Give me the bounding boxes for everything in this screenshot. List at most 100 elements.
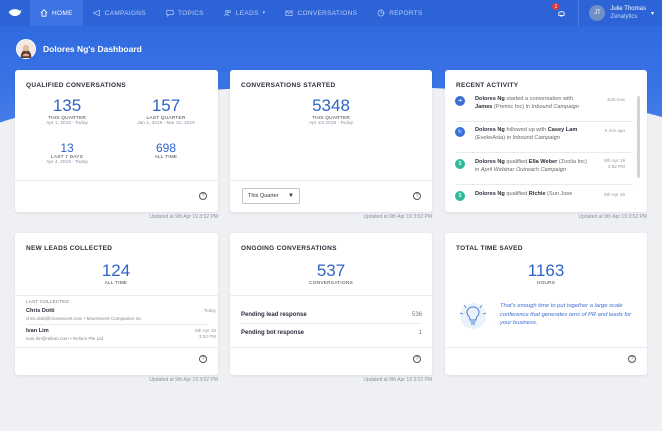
megaphone-icon [93,9,100,17]
divider [15,347,218,348]
new-leads-card: NEW LEADS COLLECTED 124 ALL TIME LAST CO… [15,233,218,375]
help-icon[interactable]: ? [628,355,636,363]
total-time-saved-card: TOTAL TIME SAVED 1163 HOURS That's enoug… [445,233,647,375]
activity-item[interactable]: ↻ Dolores Ng followed up with Casey Lam … [455,126,635,154]
recent-activity-card: RECENT ACTIVITY ➜ Dolores Ng started a c… [445,70,647,212]
row-value: 536 [411,312,422,318]
help-icon[interactable]: ? [413,355,421,363]
home-icon [40,9,48,17]
main-nav: HOME CAMPAIGNS TOPICS LEADS ▾ CONVERSATI… [30,0,433,26]
metric-label: ALL TIME [104,281,128,286]
nav-item-conversations[interactable]: CONVERSATIONS [275,0,367,26]
period-select[interactable]: This Quarter ▼ [242,188,300,204]
updated-timestamp: Updated at 9th Apr 19 3:52 PM [363,214,432,220]
activity-text: Dolores Ng started a conversation with J… [475,96,579,110]
divider [230,180,432,181]
nav-item-topics[interactable]: TOPICS [156,0,214,26]
user-menu[interactable]: JT Julie Thomas Zenalytics ▾ [589,5,654,21]
divider [26,324,207,325]
help-icon[interactable]: ? [413,192,421,200]
divider [241,323,421,324]
activity-time: 9th Apr 19 [604,192,625,197]
card-title: RECENT ACTIVITY [456,82,519,89]
notifications-button[interactable]: 1 [552,3,568,20]
card-title: CONVERSATIONS STARTED [241,82,336,89]
conversations-started-card: CONVERSATIONS STARTED 5348 THIS QUARTER … [230,70,432,212]
conversation-icon: ➜ [455,96,465,106]
metric-range: Jan 1, 2019 - Mar 31, 2019 [137,121,195,126]
follow-up-icon: ↻ [455,127,465,137]
divider [455,184,633,185]
users-icon [224,10,231,17]
envelope-icon [285,10,294,16]
divider [445,347,647,348]
metric-value: 157 [151,96,181,115]
divider [230,347,432,348]
lead-name: Ivan Lim [26,328,49,334]
nav-item-campaigns[interactable]: CAMPAIGNS [83,0,156,26]
nav-item-reports[interactable]: REPORTS [367,0,432,26]
top-navigation-bar: HOME CAMPAIGNS TOPICS LEADS ▾ CONVERSATI… [0,0,662,26]
scrollbar[interactable] [637,96,640,178]
metric-all-time: 124 ALL TIME [71,261,161,286]
divider [230,295,432,296]
lead-row[interactable]: Ivan Lim ivan.lim@relium.com • Relium Pt… [26,328,216,341]
updated-timestamp: Updated at 9th Apr 19 3:52 PM [149,214,218,220]
topbar-divider [578,0,580,26]
app-logo[interactable] [0,0,30,26]
metric-label: ALL TIME [154,155,178,160]
updated-timestamp: Updated at 9th Apr 19 3:52 PM [578,214,647,220]
time-saved-message: That's enough time to put together a lar… [500,303,632,326]
lead-date: 9th Apr 19 3:52 PM [195,328,216,339]
qualified-icon: $ [455,159,465,169]
activity-item[interactable]: $ Dolores Ng qualified Ella Weber (Zooli… [455,158,635,186]
metric-value: 13 [60,141,74,155]
activity-text: Dolores Ng qualified Richie (Sun Jose [475,191,573,197]
lead-row[interactable]: Chris Dotti chris.dotti@movescent.com • … [26,308,216,321]
profile-photo [16,39,36,59]
metric-range: Apr 1, 2019 - Today [46,121,88,126]
nav-label-leads: LEADS [235,9,259,17]
lead-name: Chris Dotti [26,308,55,314]
card-title: ONGOING CONVERSATIONS [241,245,337,252]
metric-this-quarter: 135 THIS QUARTER Apr 1, 2019 - Today [22,96,112,126]
activity-time: 9th Apr 19 3:52 PM [604,158,625,169]
chart-icon [377,9,385,17]
divider [455,121,633,122]
activity-item[interactable]: $ Dolores Ng qualified Richie (Sun Jose … [455,190,635,212]
lightbulb-icon [456,301,490,336]
divider [15,180,218,181]
metric-value: 124 [101,261,131,280]
nav-item-home[interactable]: HOME [30,0,83,26]
metric-value: 698 [155,141,177,155]
help-icon[interactable]: ? [199,192,207,200]
activity-item[interactable]: ➜ Dolores Ng started a conversation with… [455,95,635,123]
updated-timestamp: Updated at 9th Apr 19 3:52 PM [363,377,432,383]
nav-label-home: HOME [52,9,73,17]
chevron-down-icon: ▾ [262,10,266,16]
metric-last-7-days: 13 LAST 7 DAYS Apr 4, 2019 - Today [22,141,112,165]
card-title: TOTAL TIME SAVED [456,245,523,252]
chat-bubble-icon [166,10,174,17]
nav-item-leads[interactable]: LEADS ▾ [214,0,276,26]
pending-bot-row: Pending bot response 1 [241,330,422,336]
metric-value: 135 [52,96,82,115]
qualified-conversations-card: QUALIFIED CONVERSATIONS 135 THIS QUARTER… [15,70,218,212]
help-icon[interactable]: ? [199,355,207,363]
lead-details: chris.dotti@movescent.com • MoveScent Co… [26,316,142,321]
user-org: Zenalytics [610,14,638,20]
card-title: NEW LEADS COLLECTED [26,245,113,252]
metric-range: Apr 4, 2019 - Today [46,160,88,165]
activity-time: 5 min ago [604,128,625,133]
user-name: Julie Thomas [610,6,646,12]
metric-last-quarter: 157 LAST QUARTER Jan 1, 2019 - Mar 31, 2… [121,96,211,126]
metric-conversations: 537 CONVERSATIONS [286,261,376,286]
pending-lead-row: Pending lead response 536 [241,312,422,318]
metric-value: 537 [316,261,346,280]
row-label: Pending bot response [241,330,305,336]
activity-time: Just now [606,97,625,102]
chevron-down-icon: ▾ [650,10,654,17]
metric-label: HOURS [536,281,556,286]
metric-this-quarter: 5348 THIS QUARTER Apr 1st 2019 - Today [286,96,376,126]
metric-value: 1163 [527,261,565,280]
